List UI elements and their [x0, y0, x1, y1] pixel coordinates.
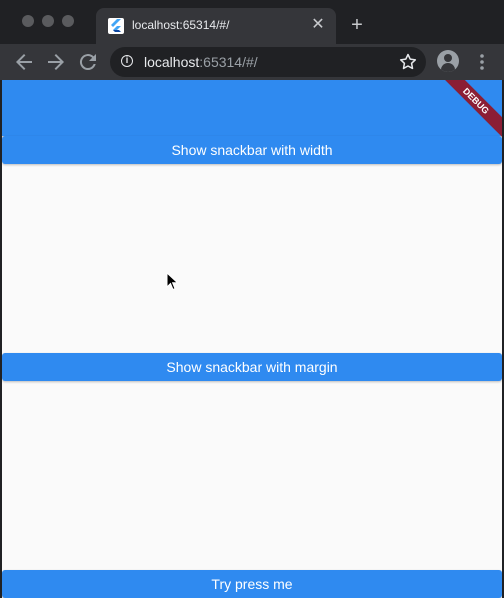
show-snackbar-margin-button[interactable]: Show snackbar with margin [2, 353, 502, 381]
try-press-me-button[interactable]: Try press me [2, 570, 502, 598]
flutter-logo-icon [108, 18, 124, 34]
avatar-head [444, 54, 452, 62]
star-icon[interactable] [398, 52, 418, 72]
url-host: localhost [144, 54, 200, 70]
close-window-button[interactable] [22, 15, 34, 27]
forward-arrow-icon[interactable] [44, 50, 68, 74]
show-snackbar-width-button[interactable]: Show snackbar with width [2, 136, 502, 164]
address-bar[interactable]: i localhost:65314/#/ [110, 47, 426, 77]
avatar-body [441, 63, 455, 72]
zoom-window-button[interactable] [62, 15, 74, 27]
mouse-cursor-icon [166, 271, 180, 292]
close-tab-icon[interactable]: ✕ [308, 15, 328, 35]
app-bar [2, 80, 502, 136]
page-viewport: Show snackbar with width Show snackbar w… [2, 80, 502, 598]
back-arrow-icon[interactable] [12, 50, 36, 74]
url-text[interactable]: localhost:65314/#/ [144, 54, 258, 70]
browser-toolbar: i localhost:65314/#/ [0, 44, 504, 80]
kebab-menu-icon[interactable] [470, 50, 494, 74]
profile-avatar-icon[interactable] [437, 50, 459, 72]
info-icon[interactable]: i [121, 55, 133, 67]
tab-title: localhost:65314/#/ [132, 18, 230, 32]
reload-icon[interactable] [76, 50, 100, 74]
minimize-window-button[interactable] [42, 15, 54, 27]
debug-label: DEBUG [442, 80, 502, 140]
new-tab-button[interactable]: + [346, 14, 368, 36]
url-path: :65314/#/ [199, 54, 258, 70]
browser-window: localhost:65314/#/ ✕ + i localhost:65314… [0, 0, 504, 598]
title-bar: localhost:65314/#/ ✕ + [0, 0, 504, 44]
debug-banner: DEBUG [442, 80, 502, 140]
browser-tab[interactable]: localhost:65314/#/ ✕ [96, 8, 336, 44]
